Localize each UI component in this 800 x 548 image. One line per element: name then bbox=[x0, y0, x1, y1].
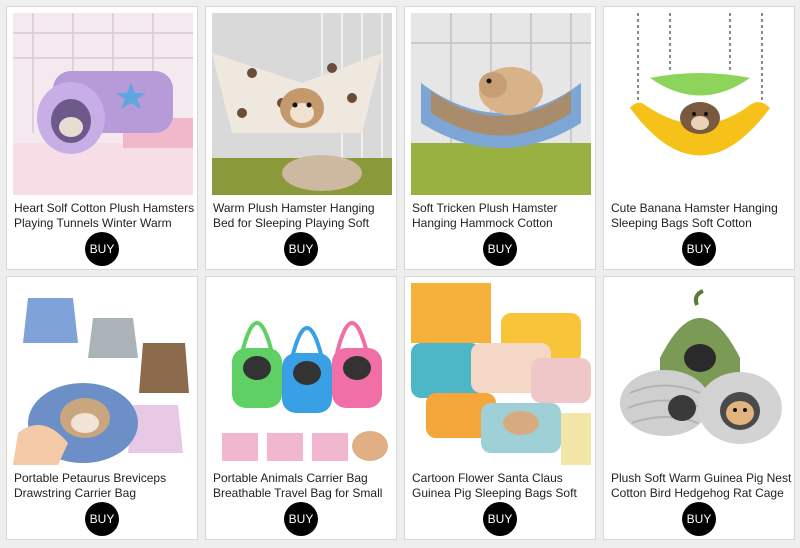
product-card[interactable]: Portable Petaurus Breviceps Drawstring C… bbox=[6, 276, 198, 540]
product-title[interactable]: Portable Animals Carrier Bag Breathable … bbox=[213, 471, 395, 501]
product-card[interactable]: Heart Solf Cotton Plush Hamsters Playing… bbox=[6, 6, 198, 270]
buy-button[interactable]: BUY bbox=[483, 502, 517, 536]
buy-button[interactable]: BUY bbox=[682, 232, 716, 266]
product-title[interactable]: Plush Soft Warm Guinea Pig Nest Cotton B… bbox=[611, 471, 793, 501]
product-image-banana-bed[interactable] bbox=[610, 13, 790, 195]
product-image-sleeping-bags[interactable] bbox=[411, 283, 591, 465]
product-image-hammock[interactable] bbox=[411, 13, 591, 195]
buy-button[interactable]: BUY bbox=[284, 502, 318, 536]
product-card[interactable]: Soft Tricken Plush Hamster Hanging Hammo… bbox=[404, 6, 596, 270]
product-image-guinea-pig-nest[interactable] bbox=[610, 283, 790, 465]
product-title[interactable]: Portable Petaurus Breviceps Drawstring C… bbox=[14, 471, 196, 501]
product-title[interactable]: Cartoon Flower Santa Claus Guinea Pig Sl… bbox=[412, 471, 594, 501]
product-image-drawstring-bag[interactable] bbox=[13, 283, 193, 465]
product-image-carrier-bag[interactable] bbox=[212, 283, 392, 465]
product-card[interactable]: Cartoon Flower Santa Claus Guinea Pig Sl… bbox=[404, 276, 596, 540]
buy-button[interactable]: BUY bbox=[483, 232, 517, 266]
product-card[interactable]: Portable Animals Carrier Bag Breathable … bbox=[205, 276, 397, 540]
buy-button[interactable]: BUY bbox=[85, 232, 119, 266]
product-title[interactable]: Soft Tricken Plush Hamster Hanging Hammo… bbox=[412, 201, 594, 231]
product-grid: Heart Solf Cotton Plush Hamsters Playing… bbox=[0, 0, 800, 548]
product-image-hanging-bed[interactable] bbox=[212, 13, 392, 195]
product-title[interactable]: Cute Banana Hamster Hanging Sleeping Bag… bbox=[611, 201, 793, 231]
product-card[interactable]: Cute Banana Hamster Hanging Sleeping Bag… bbox=[603, 6, 795, 270]
product-title[interactable]: Warm Plush Hamster Hanging Bed for Sleep… bbox=[213, 201, 395, 231]
product-image-hamster-tunnel[interactable] bbox=[13, 13, 193, 195]
buy-button[interactable]: BUY bbox=[85, 502, 119, 536]
product-card[interactable]: Warm Plush Hamster Hanging Bed for Sleep… bbox=[205, 6, 397, 270]
product-title[interactable]: Heart Solf Cotton Plush Hamsters Playing… bbox=[14, 201, 196, 231]
buy-button[interactable]: BUY bbox=[284, 232, 318, 266]
buy-button[interactable]: BUY bbox=[682, 502, 716, 536]
product-card[interactable]: Plush Soft Warm Guinea Pig Nest Cotton B… bbox=[603, 276, 795, 540]
